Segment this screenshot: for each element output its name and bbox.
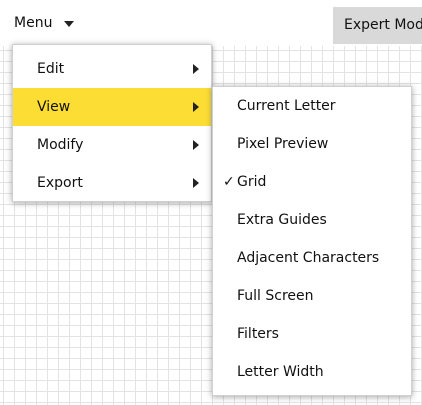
- menu-button[interactable]: Menu: [14, 15, 75, 31]
- chevron-right-icon: [193, 140, 199, 150]
- submenu-item-label: Full Screen: [237, 288, 314, 304]
- submenu-item-label: Extra Guides: [237, 212, 327, 228]
- chevron-right-icon: [193, 102, 199, 112]
- submenu-item-pixel-preview[interactable]: Pixel Preview: [213, 125, 411, 163]
- chevron-right-icon: [193, 178, 199, 188]
- submenu-item-label: Adjacent Characters: [237, 250, 380, 266]
- view-submenu: Current Letter Pixel Preview ✓ Grid Extr…: [212, 86, 412, 396]
- submenu-item-current-letter[interactable]: Current Letter: [213, 87, 411, 125]
- checkmark-icon: ✓: [223, 174, 235, 190]
- submenu-item-adjacent-characters[interactable]: Adjacent Characters: [213, 239, 411, 277]
- submenu-item-extra-guides[interactable]: Extra Guides: [213, 201, 411, 239]
- submenu-item-label: Grid: [237, 174, 267, 190]
- menu-item-modify[interactable]: Modify: [13, 126, 211, 164]
- menu-item-export[interactable]: Export: [13, 164, 211, 202]
- chevron-down-icon: [64, 20, 75, 27]
- submenu-item-filters[interactable]: Filters: [213, 315, 411, 353]
- main-menu: Edit View Modify Export: [12, 44, 212, 202]
- menu-item-label: Modify: [37, 137, 84, 153]
- submenu-item-full-screen[interactable]: Full Screen: [213, 277, 411, 315]
- submenu-item-grid[interactable]: ✓ Grid: [213, 163, 411, 201]
- menu-item-label: Export: [37, 175, 83, 191]
- expert-mode-button[interactable]: Expert Mode: [333, 7, 422, 44]
- menu-item-view[interactable]: View: [13, 88, 211, 126]
- submenu-item-label: Letter Width: [237, 364, 324, 380]
- editor-window: Menu Expert Mode Edit View Modify Export…: [0, 0, 422, 405]
- menu-item-label: View: [37, 99, 71, 115]
- menu-item-label: Edit: [37, 61, 65, 77]
- top-toolbar: Menu Expert Mode: [0, 0, 422, 46]
- submenu-item-letter-width[interactable]: Letter Width: [213, 353, 411, 391]
- submenu-item-label: Pixel Preview: [237, 136, 329, 152]
- submenu-item-label: Filters: [237, 326, 279, 342]
- menu-button-label: Menu: [14, 15, 53, 31]
- submenu-item-label: Current Letter: [237, 98, 336, 114]
- chevron-right-icon: [193, 64, 199, 74]
- menu-item-edit[interactable]: Edit: [13, 50, 211, 88]
